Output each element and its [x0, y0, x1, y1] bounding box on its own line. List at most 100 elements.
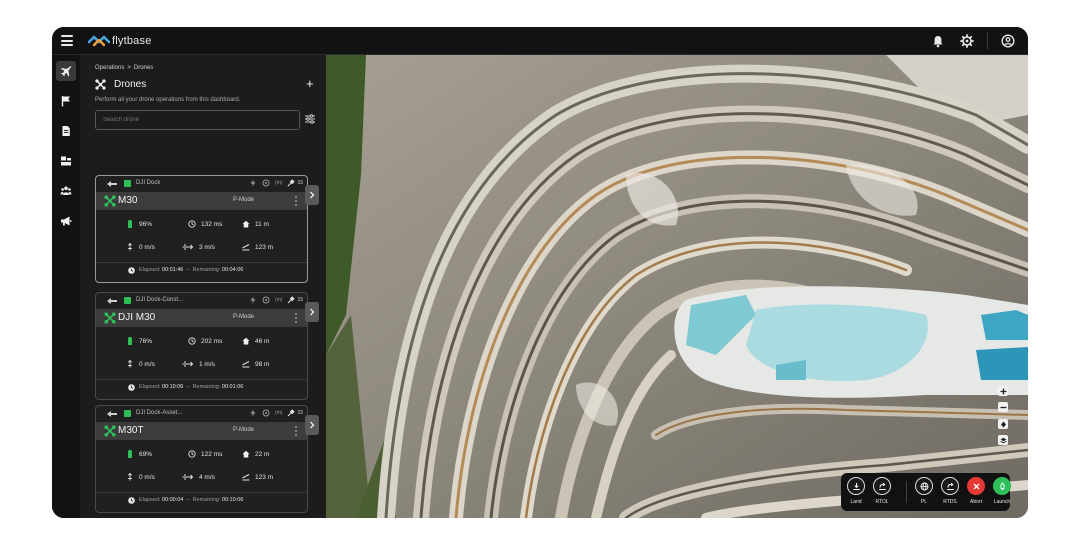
menu-icon[interactable]	[61, 35, 73, 46]
compass-button[interactable]	[998, 419, 1008, 429]
distance-icon	[242, 244, 250, 251]
rtds-label: RTDS	[943, 499, 957, 505]
lightning-icon	[250, 296, 256, 304]
map-view[interactable]	[326, 55, 1028, 518]
pl-button[interactable]: PL	[914, 477, 934, 505]
zoom-in-button[interactable]	[998, 386, 1008, 396]
filter-icon[interactable]	[304, 113, 316, 125]
target-icon	[262, 179, 270, 187]
return-to-dock-icon	[878, 482, 886, 490]
expand-drone-arrow[interactable]	[305, 415, 319, 435]
layers-button[interactable]	[998, 435, 1008, 445]
expand-drone-arrow[interactable]	[305, 185, 319, 205]
satellite-map-image	[326, 55, 1028, 518]
latency-stat: 122 ms	[188, 450, 222, 458]
clock-icon	[188, 337, 196, 345]
battery-stat: 69%	[126, 450, 152, 458]
nav-item-announcements[interactable]	[56, 211, 76, 231]
megaphone-icon	[61, 216, 72, 226]
clock-icon	[128, 384, 135, 391]
satellite-count: 15	[297, 180, 303, 186]
drone-icon	[95, 79, 106, 90]
nav-item-drones[interactable]	[56, 61, 76, 81]
document-icon	[62, 126, 70, 136]
rtds-button[interactable]: RTDS	[940, 477, 960, 505]
left-nav-rail	[52, 55, 80, 518]
rtdl-label: RTDL	[875, 499, 889, 505]
nav-item-docks[interactable]	[56, 151, 76, 171]
expand-drone-arrow[interactable]	[305, 302, 319, 322]
gear-icon[interactable]	[960, 34, 974, 48]
launch-label: Launch	[993, 499, 1011, 505]
drone-name: DJI M30	[118, 312, 156, 323]
zoom-out-button[interactable]	[998, 402, 1008, 412]
nav-item-missions[interactable]	[56, 91, 76, 111]
drone-telemetry: 69% 122 ms 22 m 0 m/s 4 m/s 123 m	[96, 440, 307, 492]
launch-button[interactable]: Launch	[992, 477, 1012, 505]
flytbase-logo-icon	[88, 35, 110, 47]
breadcrumb-drones: Drones	[133, 65, 154, 71]
battery-stat: 96%	[126, 220, 152, 228]
breadcrumb: Operations > Drones	[95, 65, 153, 71]
dock-icon	[107, 181, 117, 187]
drone-icon	[104, 425, 116, 437]
drone-card-header: DJI Dock-Asset... (m) 15	[96, 406, 307, 422]
drone-name-row: M30 P-Mode	[96, 192, 307, 210]
layers-icon	[999, 437, 1007, 443]
land-label: Land	[850, 499, 862, 505]
abort-button[interactable]: Abort	[966, 477, 986, 505]
add-drone-button[interactable]: +	[306, 77, 314, 90]
compass-icon	[1000, 421, 1006, 427]
satellite-icon	[288, 296, 296, 304]
drone-card-header: DJI Dock (m) 15	[96, 176, 307, 192]
drone-card[interactable]: DJI Dock-Asset... (m) 15 M30T P-Mode 69% 122 m…	[95, 405, 308, 513]
dock-name: DJI Dock-Asset...	[136, 410, 183, 416]
vertical-speed-icon	[127, 473, 133, 481]
dock-icon	[61, 156, 71, 166]
brand-logo[interactable]: flytbase	[88, 34, 152, 48]
more-options-icon[interactable]	[295, 426, 297, 436]
drone-icon	[104, 195, 116, 207]
globe-icon	[920, 482, 928, 490]
more-options-icon[interactable]	[295, 313, 297, 323]
drone-card-header: DJI Dock-Const... (m) 15	[96, 293, 307, 309]
page-subtitle: Perform all your drone operations from t…	[95, 97, 241, 103]
breadcrumb-operations[interactable]: Operations	[95, 65, 124, 71]
clock-icon	[128, 267, 135, 274]
land-button[interactable]: Land	[846, 477, 866, 505]
flight-timer: Elapsed: 00:10:06 – Remaining: 00:01:06	[96, 379, 307, 394]
satellite-icon	[288, 409, 296, 417]
drone-name-row: M30T P-Mode	[96, 422, 307, 440]
latency-stat: 202 ms	[188, 337, 222, 345]
drone-telemetry: 96% 132 ms 11 m 0 m/s 3 m/s 123 m	[96, 210, 307, 262]
search-input[interactable]	[95, 110, 300, 130]
nav-item-users[interactable]	[56, 181, 76, 201]
user-circle-icon[interactable]	[1001, 34, 1015, 48]
close-icon	[973, 483, 979, 489]
plus-icon	[1000, 388, 1006, 394]
page-title: Drones	[95, 79, 146, 90]
vertical-speed-icon	[127, 360, 133, 368]
signal-indicator: (m)	[274, 410, 283, 416]
altitude-stat: 46 m	[242, 337, 269, 345]
bell-icon[interactable]	[931, 34, 945, 48]
drone-name-row: DJI M30 P-Mode	[96, 309, 307, 327]
brand-name: flytbase	[112, 35, 152, 47]
return-to-dock-station-icon	[946, 482, 954, 490]
battery-icon	[128, 337, 132, 345]
flag-icon	[61, 96, 70, 107]
status-icons: (m) 15	[249, 409, 303, 417]
more-options-icon[interactable]	[295, 196, 297, 206]
horizontal-speed-stat: 4 m/s	[182, 473, 215, 481]
divider	[987, 32, 988, 50]
drone-name: M30T	[118, 425, 144, 436]
page-title-text: Drones	[114, 79, 147, 90]
control-divider	[906, 481, 907, 503]
drone-card[interactable]: DJI Dock (m) 15 M30 P-Mode 96% 132 ms 11 m 0 m/s…	[95, 175, 308, 283]
dock-status-badge	[124, 180, 131, 187]
drone-card[interactable]: DJI Dock-Const... (m) 15 DJI M30 P-Mode 76% 20…	[95, 292, 308, 400]
nav-item-reports[interactable]	[56, 121, 76, 141]
land-icon	[852, 482, 860, 490]
target-icon	[262, 409, 270, 417]
rtdl-button[interactable]: RTDL	[872, 477, 892, 505]
